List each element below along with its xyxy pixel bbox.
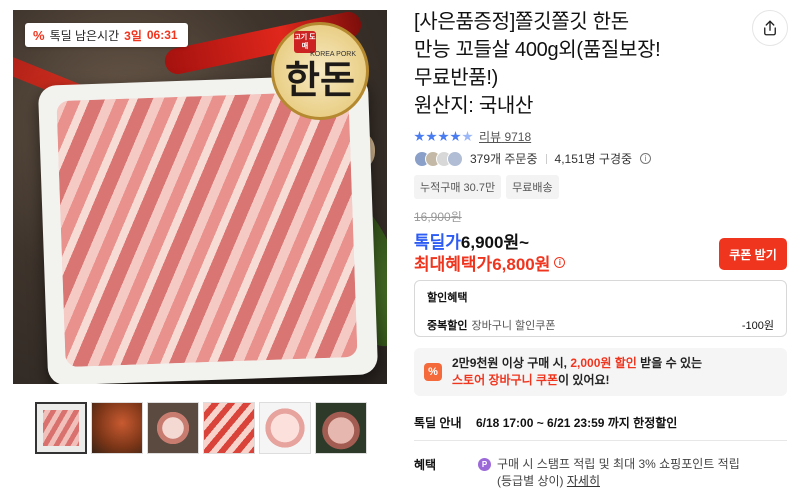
thumbnail-3[interactable] xyxy=(147,402,199,454)
star-icon xyxy=(426,131,437,142)
discount-row-desc: 장바구니 할인쿠폰 xyxy=(471,320,556,332)
benefit-row: 혜택 P 구매 시 스탬프 적립 및 최대 3% 쇼핑포인트 적립 (등급별 상… xyxy=(414,456,740,490)
brand-logo: 고기 도매 KOREA PORK 한돈 xyxy=(271,22,369,120)
deal-period-value: 6/18 17:00 ~ 6/21 23:59 까지 한정할인 xyxy=(476,415,678,430)
percent-icon: % xyxy=(424,363,442,381)
thumbnail-2[interactable] xyxy=(91,402,143,454)
details-link[interactable]: 자세히 xyxy=(567,474,600,488)
benefit-line-2: (등급별 상이) 자세히 xyxy=(497,474,600,488)
max-benefit-label: 최대혜택가 xyxy=(414,255,493,274)
review-label: 리뷰 xyxy=(479,130,502,144)
benefit-line-1: 구매 시 스탬프 적립 및 최대 3% 쇼핑포인트 적립 xyxy=(497,457,740,471)
discount-row: 중복할인 장바구니 할인쿠폰 -100원 xyxy=(427,317,774,333)
max-benefit-price: 최대혜택가 6,800원 i xyxy=(414,250,566,275)
logo-subtext: KOREA PORK xyxy=(310,51,356,58)
avatar-group xyxy=(414,150,463,167)
chip-cumulative: 누적구매 30.7만 xyxy=(414,175,502,199)
divider xyxy=(414,440,787,441)
title-line: 만능 꼬들살 400g외(품질보장! xyxy=(414,39,661,61)
promo-text: 2만9천원 이상 구매 시, 2,000원 할인 받을 수 있는 스토어 장바구… xyxy=(452,356,703,387)
tag-chips: 누적구매 30.7만 무료배송 xyxy=(414,175,559,199)
thumbnail-strip xyxy=(35,402,367,454)
store-coupon-banner[interactable]: % 2만9천원 이상 구매 시, 2,000원 할인 받을 수 있는 스토어 장… xyxy=(414,348,787,396)
share-button[interactable] xyxy=(752,10,788,46)
get-coupon-button[interactable]: 쿠폰 받기 xyxy=(719,238,787,270)
review-count: 9718 xyxy=(504,130,532,144)
orders-count: 379개 주문중 xyxy=(470,152,538,166)
discount-box: 할인혜택 중복할인 장바구니 할인쿠폰 -100원 xyxy=(414,280,787,337)
pork-meat xyxy=(56,90,358,368)
title-line: 무료반품!) xyxy=(414,67,499,89)
deal-timer-time: 06:31 xyxy=(146,28,178,42)
star-icon xyxy=(450,131,461,142)
title-line: [사은품증정]쫄깃쫄깃 한돈 xyxy=(414,11,629,33)
discount-row-label: 중복할인 장바구니 할인쿠폰 xyxy=(427,320,556,332)
star-icon xyxy=(414,131,425,142)
product-info-panel: [사은품증정]쫄깃쫄깃 한돈 만능 꼬들살 400g외(품질보장! 무료반품!)… xyxy=(414,0,800,496)
social-proof-row: 379개 주문중 4,151명 구경중 i xyxy=(414,150,652,167)
info-icon[interactable]: i xyxy=(554,257,566,268)
benefit-content: P 구매 시 스탬프 적립 및 최대 3% 쇼핑포인트 적립 (등급별 상이) … xyxy=(478,456,740,490)
product-main-image[interactable]: % 톡딜 남은시간 3일 06:31 고기 도매 KOREA PORK 한돈 xyxy=(13,10,387,384)
logo-seal: 고기 도매 xyxy=(294,31,316,53)
thumbnail-6[interactable] xyxy=(315,402,367,454)
review-link[interactable]: 리뷰 9718 xyxy=(479,128,531,145)
deal-timer-days: 3일 xyxy=(124,28,142,43)
thumbnail-5[interactable] xyxy=(259,402,311,454)
avatar xyxy=(447,150,463,167)
chip-free-shipping: 무료배송 xyxy=(506,175,559,199)
info-icon[interactable]: i xyxy=(640,153,652,164)
percent-icon: % xyxy=(33,27,45,43)
deal-timer-badge: % 톡딜 남은시간 3일 06:31 xyxy=(25,23,188,47)
thumbnail-1[interactable] xyxy=(35,402,87,454)
discount-heading: 할인혜택 xyxy=(427,292,468,304)
share-icon xyxy=(764,20,776,36)
viewers-count: 4,151명 구경중 xyxy=(554,152,633,166)
star-icon xyxy=(462,131,473,142)
thumbnail-4[interactable] xyxy=(203,402,255,454)
title-line: 원산지: 국내산 xyxy=(414,95,534,117)
divider xyxy=(545,153,547,164)
max-benefit-value: 6,800원 xyxy=(492,255,551,274)
discount-row-value: -100원 xyxy=(741,320,774,332)
product-title: [사은품증정]쫄깃쫄깃 한돈 만능 꼬들살 400g외(품질보장! 무료반품!)… xyxy=(414,8,744,120)
benefit-label: 혜택 xyxy=(414,458,437,472)
star-icon xyxy=(438,131,449,142)
rating-row: 리뷰 9718 xyxy=(414,128,531,145)
deal-timer-label: 톡딜 남은시간 xyxy=(49,28,120,43)
deal-period-label: 톡딜 안내 xyxy=(414,415,462,430)
original-price: 16,900원 xyxy=(414,210,462,224)
point-icon: P xyxy=(478,458,491,471)
rating-stars xyxy=(414,131,473,142)
deal-period-row: 톡딜 안내 6/18 17:00 ~ 6/21 23:59 까지 한정할인 xyxy=(414,408,787,436)
